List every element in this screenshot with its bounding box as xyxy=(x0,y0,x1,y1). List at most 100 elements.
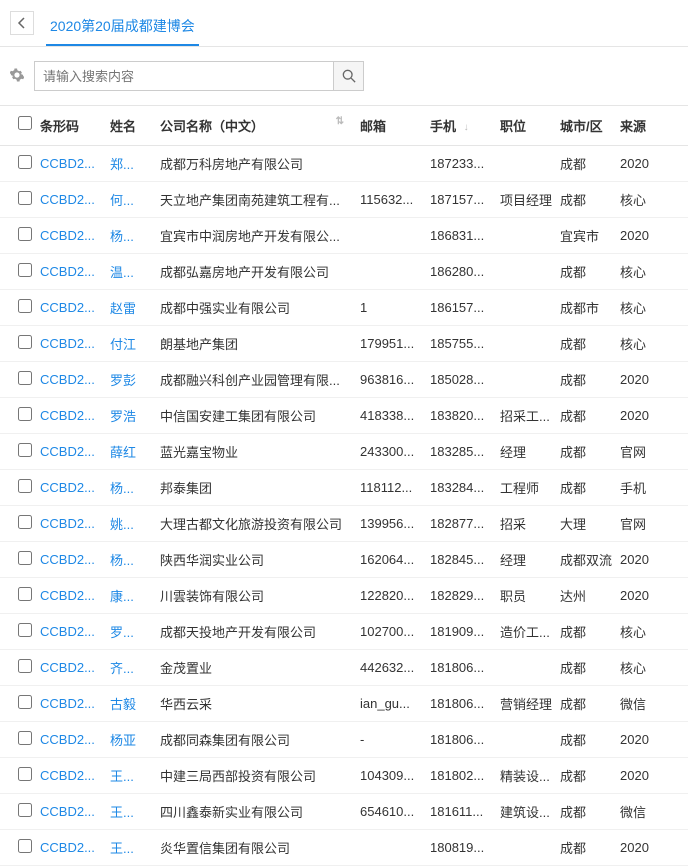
col-city[interactable]: 城市/区 xyxy=(560,116,620,135)
cell-barcode[interactable]: CCBD2... xyxy=(40,480,110,495)
table-row[interactable]: CCBD2...杨...邦泰集团118112...183284...工程师成都手… xyxy=(0,470,688,506)
table-row[interactable]: CCBD2...姚...大理古都文化旅游投资有限公司139956...18287… xyxy=(0,506,688,542)
search-input[interactable] xyxy=(34,61,334,91)
row-checkbox[interactable] xyxy=(18,479,32,493)
cell-name[interactable]: 罗浩 xyxy=(110,406,160,425)
cell-name[interactable]: 赵雷 xyxy=(110,298,160,317)
col-phone[interactable]: 手机 ↓ xyxy=(430,116,500,135)
cell-barcode[interactable]: CCBD2... xyxy=(40,552,110,567)
cell-name[interactable]: 温... xyxy=(110,262,160,281)
sort-desc-icon: ↓ xyxy=(464,122,469,133)
cell-barcode[interactable]: CCBD2... xyxy=(40,336,110,351)
table-row[interactable]: CCBD2...杨亚成都同森集团有限公司-181806...成都2020 xyxy=(0,722,688,758)
cell-barcode[interactable]: CCBD2... xyxy=(40,228,110,243)
table-row[interactable]: CCBD2...康...川雲装饰有限公司122820...182829...职员… xyxy=(0,578,688,614)
cell-barcode[interactable]: CCBD2... xyxy=(40,372,110,387)
table-row[interactable]: CCBD2...王...四川鑫泰新实业有限公司654610...181611..… xyxy=(0,794,688,830)
col-company[interactable]: 公司名称（中文） ⇅ xyxy=(160,116,360,135)
cell-name[interactable]: 付江 xyxy=(110,334,160,353)
row-checkbox[interactable] xyxy=(18,407,32,421)
cell-barcode[interactable]: CCBD2... xyxy=(40,624,110,639)
col-position[interactable]: 职位 xyxy=(500,116,560,135)
row-checkbox[interactable] xyxy=(18,299,32,313)
cell-name[interactable]: 王... xyxy=(110,802,160,821)
row-checkbox[interactable] xyxy=(18,443,32,457)
table-row[interactable]: CCBD2...古毅华西云采ian_gu...181806...营销经理成都微信 xyxy=(0,686,688,722)
col-phone-label: 手机 xyxy=(430,119,456,134)
cell-name[interactable]: 薛红 xyxy=(110,442,160,461)
row-checkbox[interactable] xyxy=(18,803,32,817)
cell-company: 中信国安建工集团有限公司 xyxy=(160,406,360,425)
cell-barcode[interactable]: CCBD2... xyxy=(40,768,110,783)
row-checkbox[interactable] xyxy=(18,695,32,709)
cell-barcode[interactable]: CCBD2... xyxy=(40,732,110,747)
cell-barcode[interactable]: CCBD2... xyxy=(40,300,110,315)
row-checkbox[interactable] xyxy=(18,515,32,529)
cell-barcode[interactable]: CCBD2... xyxy=(40,588,110,603)
row-checkbox[interactable] xyxy=(18,839,32,853)
gear-icon[interactable] xyxy=(10,68,24,85)
table-row[interactable]: CCBD2...温...成都弘嘉房地产开发有限公司186280...成都核心 xyxy=(0,254,688,290)
cell-name[interactable]: 杨... xyxy=(110,478,160,497)
cell-barcode[interactable]: CCBD2... xyxy=(40,156,110,171)
cell-name[interactable]: 王... xyxy=(110,838,160,857)
cell-barcode[interactable]: CCBD2... xyxy=(40,804,110,819)
row-checkbox[interactable] xyxy=(18,371,32,385)
cell-name[interactable]: 杨亚 xyxy=(110,730,160,749)
back-button[interactable] xyxy=(10,11,34,35)
row-checkbox[interactable] xyxy=(18,155,32,169)
cell-name[interactable]: 罗... xyxy=(110,622,160,641)
cell-barcode[interactable]: CCBD2... xyxy=(40,192,110,207)
cell-name[interactable]: 罗彭 xyxy=(110,370,160,389)
row-checkbox[interactable] xyxy=(18,227,32,241)
cell-name[interactable]: 何... xyxy=(110,190,160,209)
row-checkbox[interactable] xyxy=(18,191,32,205)
cell-name[interactable]: 王... xyxy=(110,766,160,785)
table-row[interactable]: CCBD2...杨...陕西华润实业公司162064...182845...经理… xyxy=(0,542,688,578)
row-checkbox[interactable] xyxy=(18,551,32,565)
cell-name[interactable]: 康... xyxy=(110,586,160,605)
col-name[interactable]: 姓名 xyxy=(110,116,160,135)
table-row[interactable]: CCBD2...杨...宜宾市中润房地产开发有限公...186831...宜宾市… xyxy=(0,218,688,254)
cell-name[interactable]: 姚... xyxy=(110,514,160,533)
table-row[interactable]: CCBD2...罗彭成都融兴科创产业园管理有限...963816...18502… xyxy=(0,362,688,398)
row-checkbox[interactable] xyxy=(18,659,32,673)
cell-name[interactable]: 郑... xyxy=(110,154,160,173)
cell-name[interactable]: 古毅 xyxy=(110,694,160,713)
row-checkbox[interactable] xyxy=(18,731,32,745)
cell-name[interactable]: 杨... xyxy=(110,550,160,569)
row-checkbox[interactable] xyxy=(18,623,32,637)
row-checkbox[interactable] xyxy=(18,767,32,781)
table-row[interactable]: CCBD2...薛红蓝光嘉宝物业243300...183285...经理成都官网 xyxy=(0,434,688,470)
cell-barcode[interactable]: CCBD2... xyxy=(40,516,110,531)
col-source[interactable]: 来源 xyxy=(620,116,670,135)
cell-barcode[interactable]: CCBD2... xyxy=(40,408,110,423)
cell-barcode[interactable]: CCBD2... xyxy=(40,264,110,279)
col-email[interactable]: 邮箱 xyxy=(360,116,430,135)
cell-city: 成都 xyxy=(560,154,620,173)
cell-barcode[interactable]: CCBD2... xyxy=(40,696,110,711)
tab-event[interactable]: 2020第20届成都建博会 xyxy=(46,8,199,46)
table-row[interactable]: CCBD2...罗浩中信国安建工集团有限公司418338...183820...… xyxy=(0,398,688,434)
table-row[interactable]: CCBD2...王...中建三局西部投资有限公司104309...181802.… xyxy=(0,758,688,794)
cell-barcode[interactable]: CCBD2... xyxy=(40,840,110,855)
cell-barcode[interactable]: CCBD2... xyxy=(40,444,110,459)
cell-phone: 183285... xyxy=(430,444,500,459)
table-row[interactable]: CCBD2...王...炎华置信集团有限公司180819...成都2020 xyxy=(0,830,688,866)
cell-name[interactable]: 齐... xyxy=(110,658,160,677)
select-all-checkbox[interactable] xyxy=(18,116,32,130)
col-barcode[interactable]: 条形码 xyxy=(40,116,110,135)
table-row[interactable]: CCBD2...齐...金茂置业442632...181806...成都核心 xyxy=(0,650,688,686)
row-checkbox[interactable] xyxy=(18,263,32,277)
table-row[interactable]: CCBD2...赵雷成都中强实业有限公司1186157...成都市核心 xyxy=(0,290,688,326)
search-button[interactable] xyxy=(334,61,364,91)
table-row[interactable]: CCBD2...何...天立地产集团南苑建筑工程有...115632...187… xyxy=(0,182,688,218)
table-row[interactable]: CCBD2...付江朗基地产集团179951...185755...成都核心 xyxy=(0,326,688,362)
row-checkbox[interactable] xyxy=(18,587,32,601)
cell-barcode[interactable]: CCBD2... xyxy=(40,660,110,675)
row-checkbox[interactable] xyxy=(18,335,32,349)
cell-name[interactable]: 杨... xyxy=(110,226,160,245)
table-row[interactable]: CCBD2...罗...成都天投地产开发有限公司102700...181909.… xyxy=(0,614,688,650)
table-row[interactable]: CCBD2...郑...成都万科房地产有限公司187233...成都2020 xyxy=(0,146,688,182)
cell-phone: 185755... xyxy=(430,336,500,351)
